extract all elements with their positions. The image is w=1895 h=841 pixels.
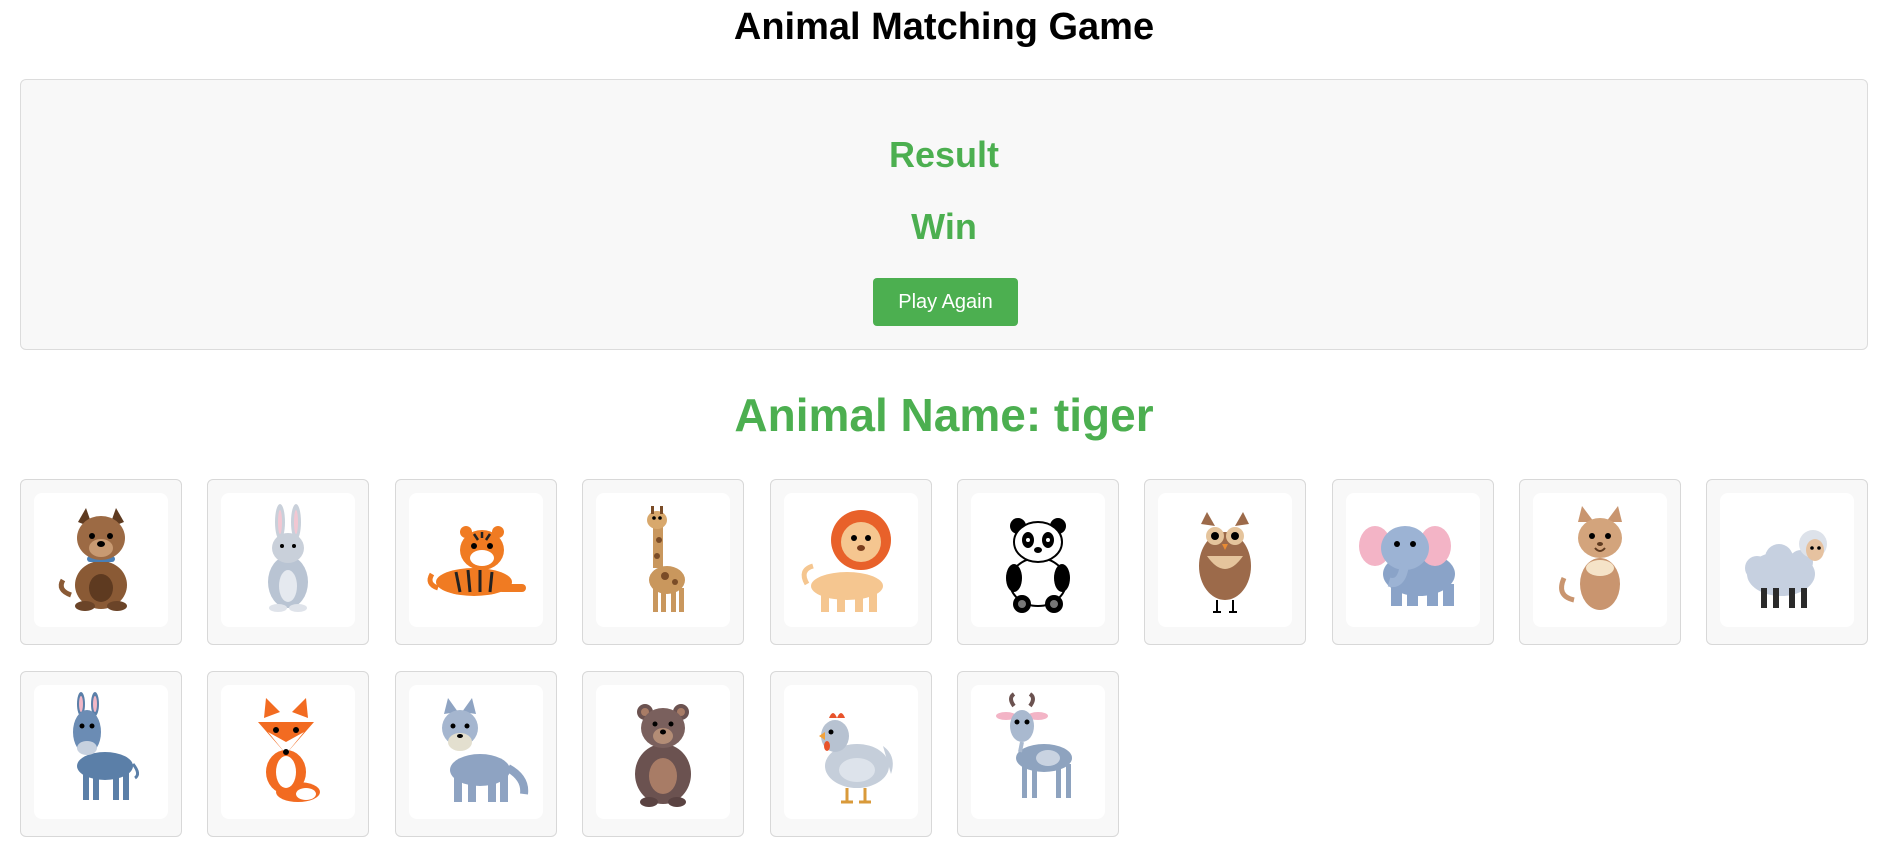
page-title: Animal Matching Game — [733, 6, 1155, 48]
card-image-frame — [34, 493, 168, 627]
bear-icon — [635, 704, 691, 807]
animal-card-rabbit[interactable] — [207, 479, 369, 645]
animal-card-cat[interactable] — [1519, 479, 1681, 645]
tiger-icon — [427, 526, 526, 596]
animal-card-donkey[interactable] — [20, 671, 182, 837]
card-image-frame — [409, 685, 543, 819]
card-image-frame — [784, 685, 918, 819]
card-image-frame — [971, 493, 1105, 627]
elephant-icon — [1359, 526, 1455, 606]
wolf-icon — [442, 698, 529, 802]
dog-icon — [58, 508, 127, 611]
donkey-icon — [73, 692, 140, 800]
animal-card-tiger[interactable] — [395, 479, 557, 645]
card-image-frame — [221, 685, 355, 819]
card-image-frame — [34, 685, 168, 819]
goat-icon — [996, 692, 1072, 798]
animal-name-prompt: Animal Name: tiger — [734, 389, 1154, 441]
play-again-button[interactable]: Play Again — [873, 278, 1018, 326]
animal-card-panda[interactable] — [957, 479, 1119, 645]
animal-card-lion[interactable] — [770, 479, 932, 645]
animal-card-chicken[interactable] — [770, 671, 932, 837]
card-image-frame — [1533, 493, 1667, 627]
animal-card-fox[interactable] — [207, 671, 369, 837]
giraffe-icon — [647, 506, 685, 612]
result-heading: Result — [888, 134, 1000, 175]
panda-icon — [1006, 518, 1070, 613]
sheep-icon — [1745, 530, 1827, 608]
fox-icon — [258, 698, 320, 802]
card-image-frame — [596, 493, 730, 627]
result-value: Win — [911, 206, 977, 247]
card-image-frame — [971, 685, 1105, 819]
animal-card-bear[interactable] — [582, 671, 744, 837]
animal-card-elephant[interactable] — [1332, 479, 1494, 645]
card-image-frame — [221, 493, 355, 627]
animal-card-giraffe[interactable] — [582, 479, 744, 645]
chicken-icon — [819, 713, 893, 804]
card-image-frame — [1158, 493, 1292, 627]
animal-card-dog[interactable] — [20, 479, 182, 645]
card-image-frame — [1346, 493, 1480, 627]
animal-card-wolf[interactable] — [395, 671, 557, 837]
card-image-frame — [1720, 493, 1854, 627]
card-image-frame — [596, 685, 730, 819]
card-image-frame — [409, 493, 543, 627]
animal-card-goat[interactable] — [957, 671, 1119, 837]
animal-card-sheep[interactable] — [1706, 479, 1868, 645]
rabbit-icon — [268, 504, 308, 612]
owl-icon — [1199, 512, 1251, 613]
lion-icon — [801, 510, 891, 612]
animal-card-owl[interactable] — [1144, 479, 1306, 645]
cat-icon — [1559, 506, 1622, 610]
result-panel: Result Win Play Again — [20, 79, 1868, 350]
card-image-frame — [784, 493, 918, 627]
